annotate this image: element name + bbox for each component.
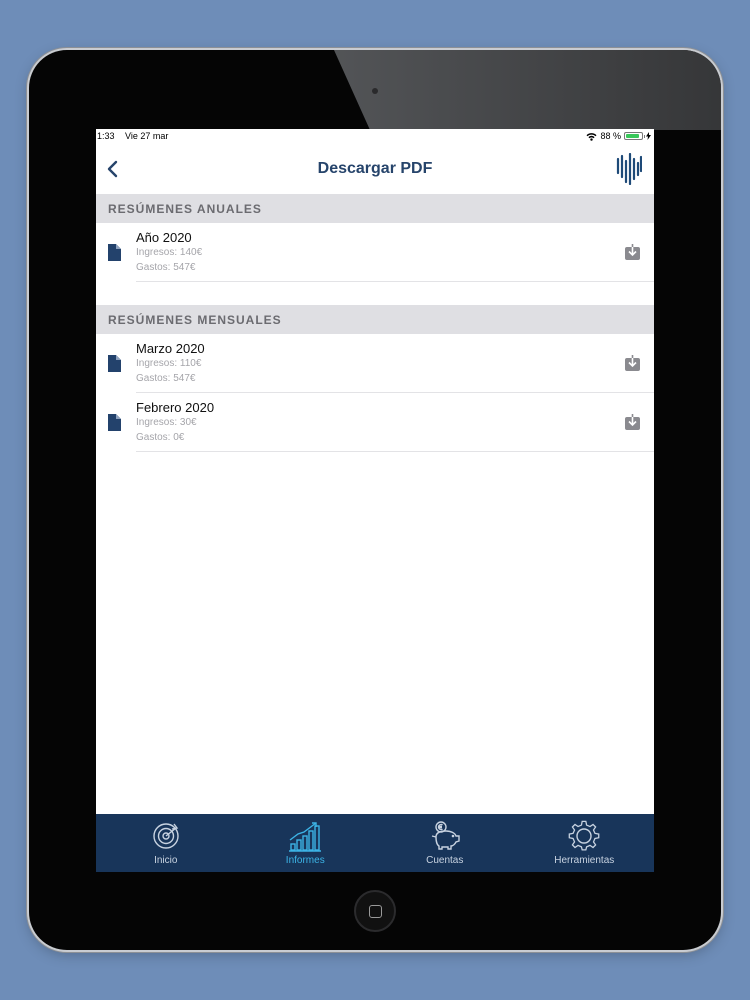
gear-icon <box>568 820 600 851</box>
home-button[interactable] <box>354 890 396 932</box>
row-separator <box>136 451 654 452</box>
brand-logo-icon[interactable] <box>616 153 642 185</box>
wifi-icon <box>586 132 597 141</box>
tab-label: Inicio <box>154 855 178 866</box>
back-chevron-icon[interactable] <box>106 160 120 178</box>
status-time: 1:33 <box>97 131 115 141</box>
growth-chart-icon <box>289 822 322 852</box>
section-header-monthly: RESÚMENES MENSUALES <box>96 305 654 334</box>
piggy-bank-icon <box>431 821 460 850</box>
report-expenses: Gastos: 547€ <box>136 373 196 384</box>
report-expenses: Gastos: 0€ <box>136 432 185 443</box>
status-bar: 1:33 Vie 27 mar 88 % <box>96 129 654 143</box>
tab-herramientas[interactable]: Herramientas <box>515 814 655 872</box>
battery-icon <box>624 132 645 140</box>
target-dashboard-icon <box>153 823 179 849</box>
report-row-february-2020[interactable]: Febrero 2020 Ingresos: 30€ Gastos: 0€ <box>96 393 654 452</box>
download-icon[interactable] <box>625 355 640 371</box>
page-title: Descargar PDF <box>317 159 433 177</box>
battery-percent: 88 % <box>600 131 621 141</box>
charging-bolt-icon <box>646 132 651 140</box>
download-icon[interactable] <box>625 244 640 260</box>
tab-inicio[interactable]: Inicio <box>96 814 236 872</box>
row-separator <box>136 281 654 282</box>
tab-label: Cuentas <box>426 855 464 866</box>
document-icon <box>108 244 121 261</box>
report-title: Año 2020 <box>136 230 192 245</box>
tab-label: Informes <box>285 855 325 866</box>
screen-glare <box>334 50 721 130</box>
document-icon <box>108 355 121 372</box>
document-icon <box>108 414 121 431</box>
app-screen: 1:33 Vie 27 mar 88 % Descargar PDF RESÚM… <box>96 129 654 872</box>
tab-bar: Inicio Informes Cuentas Herramientas <box>96 814 654 872</box>
report-income: Ingresos: 30€ <box>136 417 197 428</box>
report-income: Ingresos: 140€ <box>136 247 203 258</box>
report-income: Ingresos: 110€ <box>136 358 202 369</box>
navigation-bar: Descargar PDF <box>96 143 654 194</box>
download-icon[interactable] <box>625 414 640 430</box>
report-row-year-2020[interactable]: Año 2020 Ingresos: 140€ Gastos: 547€ <box>96 223 654 282</box>
status-date: Vie 27 mar <box>125 131 169 141</box>
tab-cuentas[interactable]: Cuentas <box>375 814 515 872</box>
tab-label: Herramientas <box>554 855 615 866</box>
report-expenses: Gastos: 547€ <box>136 262 196 273</box>
section-header-annual: RESÚMENES ANUALES <box>96 194 654 223</box>
report-row-march-2020[interactable]: Marzo 2020 Ingresos: 110€ Gastos: 547€ <box>96 334 654 393</box>
report-title: Marzo 2020 <box>136 341 205 356</box>
front-camera <box>372 88 378 94</box>
tab-informes[interactable]: Informes <box>236 814 376 872</box>
report-title: Febrero 2020 <box>136 400 215 415</box>
